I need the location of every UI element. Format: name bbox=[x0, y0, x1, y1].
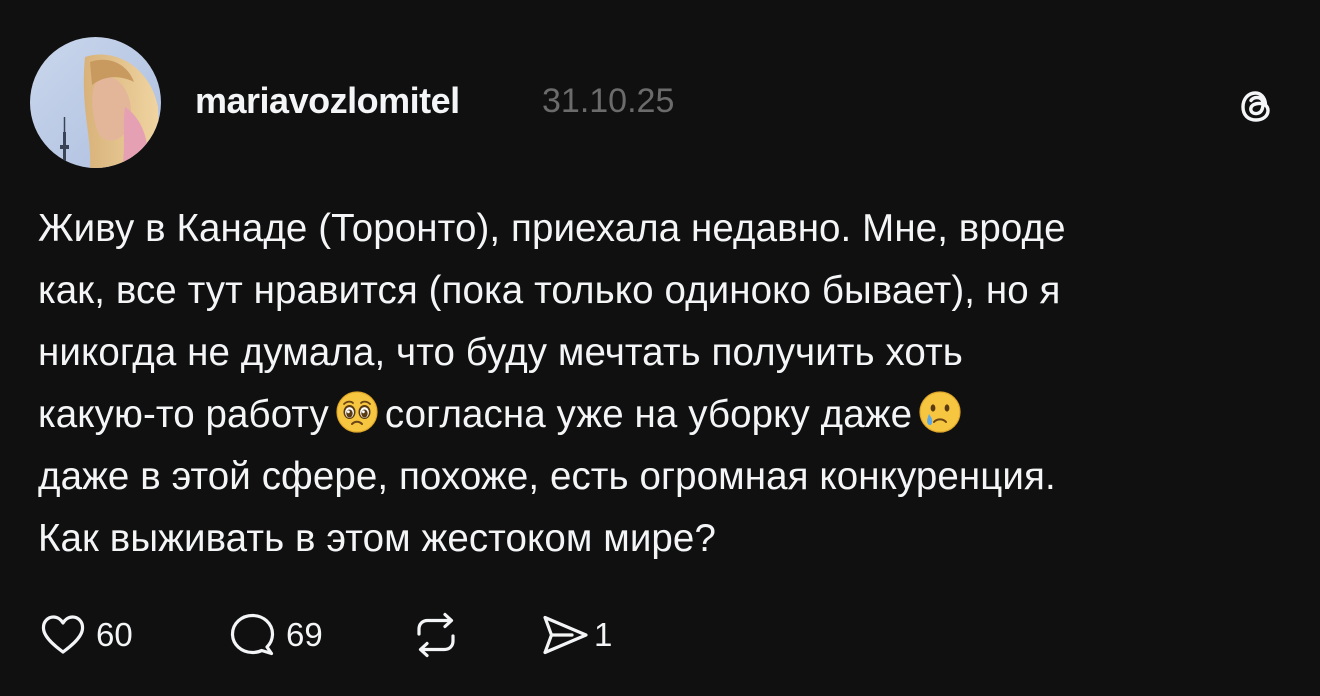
send-icon bbox=[543, 615, 588, 655]
post-text-segment: какую-то работу bbox=[38, 393, 329, 436]
post-text-segment: согласна уже на уборку даже bbox=[384, 393, 913, 436]
avatar[interactable] bbox=[30, 37, 161, 168]
post-text-line-with-emoji: какую-то работу согласна уже на уборку д… bbox=[38, 384, 1298, 446]
share-button[interactable]: 1 bbox=[538, 610, 612, 660]
post-date: 31.10.25 bbox=[542, 82, 675, 120]
thread-post: mariavozlomitel 31.10.25 Живу в Канаде (… bbox=[0, 0, 1320, 696]
reply-button[interactable]: 69 bbox=[226, 610, 323, 660]
crying-face-emoji-icon bbox=[918, 390, 962, 434]
repost-icon bbox=[417, 612, 455, 658]
repost-button[interactable] bbox=[410, 610, 462, 660]
share-count: 1 bbox=[594, 616, 613, 653]
post-text-line: Живу в Канаде (Торонто), приехала недавн… bbox=[38, 207, 1066, 250]
username[interactable]: mariavozlomitel bbox=[195, 80, 460, 122]
threads-logo-icon[interactable] bbox=[1232, 82, 1280, 130]
comment-icon bbox=[230, 613, 275, 656]
post-text-line: даже в этой сфере, похоже, есть огромная… bbox=[38, 455, 1056, 498]
pleading-face-emoji-icon bbox=[335, 390, 379, 434]
post-body: Живу в Канаде (Торонто), приехала недавн… bbox=[38, 198, 1298, 570]
like-button[interactable]: 60 bbox=[38, 610, 133, 660]
post-text-line: никогда не думала, что буду мечтать полу… bbox=[38, 331, 963, 374]
post-text-line: как, все тут нравится (пока только одино… bbox=[38, 269, 1061, 312]
post-text-line: Как выживать в этом жестоком мире? bbox=[38, 517, 716, 560]
reply-count: 69 bbox=[286, 616, 323, 653]
like-count: 60 bbox=[96, 616, 133, 653]
heart-icon bbox=[41, 615, 85, 654]
avatar-image bbox=[30, 37, 161, 168]
